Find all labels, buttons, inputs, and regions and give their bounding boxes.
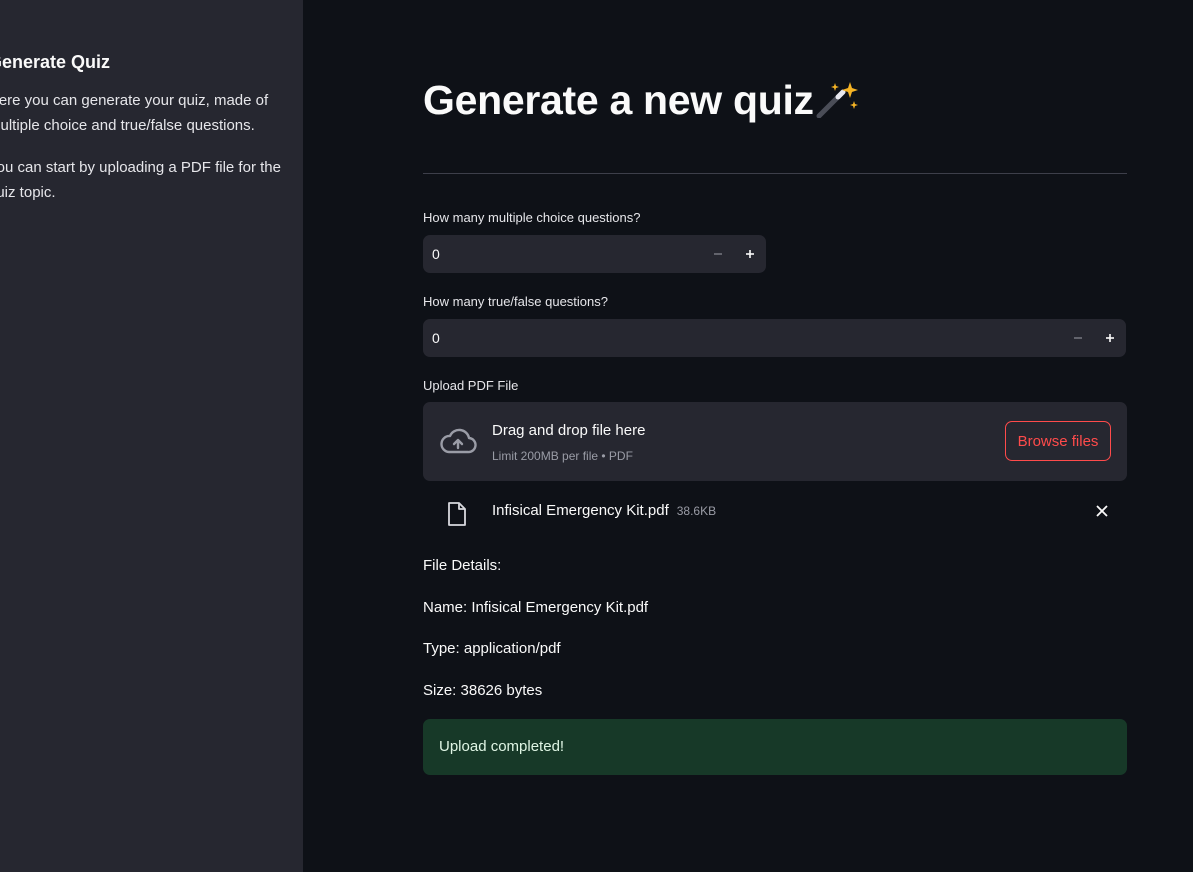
success-message: Upload completed!: [439, 738, 565, 755]
remove-file-close-icon[interactable]: [1095, 504, 1109, 523]
minus-icon: [714, 253, 722, 255]
success-alert: Upload completed!: [423, 719, 1127, 775]
dropzone-limit: Limit 200MB per file • PDF: [492, 449, 633, 463]
browse-files-button[interactable]: Browse files: [1005, 421, 1111, 461]
mc-increment-button[interactable]: [734, 235, 766, 273]
mc-questions-input[interactable]: 0: [423, 246, 702, 262]
sidebar-paragraph-upload-hint: You can start by uploading a PDF file fo…: [0, 159, 281, 201]
plus-icon: [1106, 334, 1114, 342]
divider: [423, 173, 1127, 174]
tf-questions-stepper: 0: [423, 319, 1126, 357]
uploaded-file-row: Infisical Emergency Kit.pdf 38.6KB: [423, 496, 1127, 530]
file-details-name: Name: Infisical Emergency Kit.pdf: [423, 599, 649, 616]
tf-increment-button[interactable]: [1094, 319, 1126, 357]
file-dropzone[interactable]: Drag and drop file here Limit 200MB per …: [423, 402, 1127, 481]
file-icon: [446, 501, 468, 532]
mc-decrement-button[interactable]: [702, 235, 734, 273]
tf-questions-label: How many true/false questions?: [423, 294, 608, 309]
uploaded-file-name: Infisical Emergency Kit.pdf 38.6KB: [492, 501, 716, 521]
minus-icon: [1074, 337, 1082, 339]
tf-decrement-button[interactable]: [1062, 319, 1094, 357]
magic-wand-icon: [816, 78, 860, 130]
cloud-upload-icon: [439, 426, 477, 461]
mc-questions-stepper: 0: [423, 235, 766, 273]
file-details-type: Type: application/pdf: [423, 640, 561, 657]
sidebar-title: Generate Quiz: [0, 52, 111, 72]
mc-questions-label: How many multiple choice questions?: [423, 210, 641, 225]
page-title-text: Generate a new quiz: [423, 77, 814, 123]
plus-icon: [746, 250, 754, 258]
dropzone-instructions: Drag and drop file here: [492, 422, 646, 439]
uploaded-file-size: 38.6KB: [676, 504, 717, 518]
app: Generate Quiz Here you can generate your…: [0, 0, 1193, 872]
sidebar-paragraph-intro: Here you can generate your quiz, made of…: [0, 92, 269, 134]
file-details-size: Size: 38626 bytes: [423, 682, 543, 699]
uploaded-file-name-text: Infisical Emergency Kit.pdf: [492, 502, 669, 519]
page-title: Generate a new quiz: [423, 74, 860, 130]
sidebar: Generate Quiz Here you can generate your…: [0, 0, 303, 872]
tf-questions-input[interactable]: 0: [423, 330, 1062, 346]
file-details-heading: File Details:: [423, 557, 502, 574]
sidebar-content: Generate Quiz Here you can generate your…: [0, 50, 288, 222]
upload-label: Upload PDF File: [423, 378, 519, 393]
